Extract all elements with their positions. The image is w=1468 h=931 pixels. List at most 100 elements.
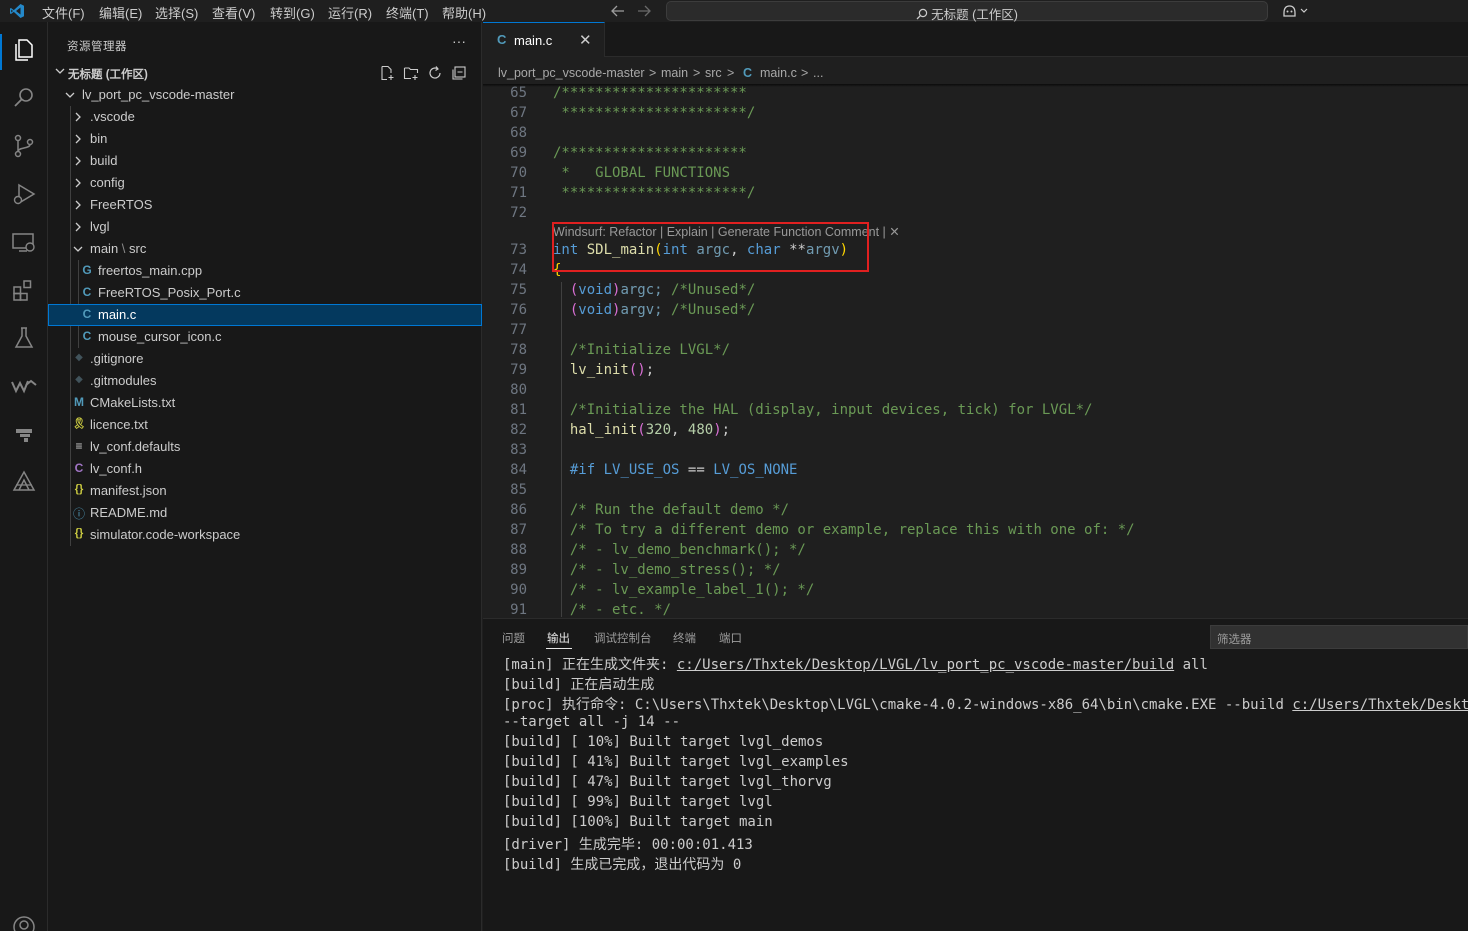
text-file-icon: ≡ [75, 439, 83, 453]
extensions-icon[interactable] [10, 276, 38, 304]
output-link[interactable]: c:/Users/Thxtek/Desktop/LVGL/lv_port_pc_… [677, 657, 1174, 673]
panel-tab-ports[interactable]: 端口 [719, 630, 742, 646]
tree-item-label: main.c [98, 307, 137, 322]
tree-file-workspace[interactable]: {} simulator.code-workspace [48, 524, 482, 546]
breadcrumb-item[interactable]: main [661, 66, 688, 80]
panel-tab-debug-console[interactable]: 调试控制台 [594, 630, 652, 646]
tree-folder-root[interactable]: lv_port_pc_vscode-master [48, 84, 482, 106]
tree-folder-bin[interactable]: bin [48, 128, 482, 150]
arrow-left-icon[interactable] [610, 4, 626, 18]
tree-folder-freertos[interactable]: FreeRTOS [48, 194, 482, 216]
tree-item-label: lv_port_pc_vscode-master [82, 87, 235, 102]
menu-help[interactable]: 帮助(H) [442, 3, 486, 22]
line-number: 71 [510, 185, 527, 201]
refresh-icon[interactable] [427, 65, 443, 81]
tree-file-licence[interactable]: 🎗 licence.txt [48, 414, 482, 436]
remote-explorer-icon[interactable] [10, 228, 38, 256]
account-icon[interactable] [12, 915, 36, 931]
cpp-file-icon: G [82, 263, 92, 277]
tree-item-label: .gitignore [90, 351, 144, 366]
arrow-right-icon[interactable] [636, 4, 652, 18]
line-number: 79 [510, 362, 527, 378]
breadcrumb-item[interactable]: ... [813, 66, 823, 80]
menu-selection[interactable]: 选择(S) [155, 3, 198, 22]
new-file-icon[interactable] [379, 65, 395, 81]
output-line: [proc] 执行命令: C:\Users\Thxtek\Desktop\LVG… [503, 694, 1468, 714]
chevron-down-icon [55, 68, 65, 74]
tree-file-freertos-posix-port[interactable]: C FreeRTOS_Posix_Port.c [48, 282, 482, 304]
menu-run[interactable]: 运行(R) [328, 3, 372, 22]
panel-tab-problems[interactable]: 问题 [502, 630, 525, 646]
tree-file-manifest[interactable]: {} manifest.json [48, 480, 482, 502]
output-line: [main] 正在生成文件夹: c:/Users/Thxtek/Desktop/… [503, 657, 1208, 673]
menu-edit[interactable]: 编辑(E) [99, 3, 142, 22]
explorer-icon[interactable] [10, 36, 38, 64]
tree-file-gitmodules[interactable]: ◆ .gitmodules [48, 370, 482, 392]
run-debug-icon[interactable] [10, 180, 38, 208]
tree-folder-lvgl[interactable]: lvgl [48, 216, 482, 238]
testing-icon[interactable] [10, 324, 38, 352]
menu-file[interactable]: 文件(F) [42, 3, 85, 22]
search-icon[interactable] [10, 84, 38, 112]
code-line: (void)argv; /*Unused*/ [569, 302, 756, 318]
tree-file-mouse-cursor[interactable]: C mouse_cursor_icon.c [48, 326, 482, 348]
output-line: [build] [ 41%] Built target lvgl_example… [503, 754, 849, 770]
collapse-all-icon[interactable] [451, 65, 467, 81]
tree-folder-main-src[interactable]: main \ src [48, 238, 482, 260]
menu-view[interactable]: 查看(V) [212, 3, 255, 22]
tree-file-main-c[interactable]: C main.c [48, 304, 482, 326]
command-center[interactable]: 无标题 (工作区) [666, 1, 1268, 22]
line-number: 84 [510, 462, 527, 478]
tree-file-cmakelists[interactable]: M CMakeLists.txt [48, 392, 482, 414]
workspace-header[interactable]: 无标题 (工作区) [48, 62, 482, 84]
menu-go[interactable]: 转到(G) [270, 3, 315, 22]
chevron-right-icon [75, 156, 81, 166]
code-line: **********************/ [553, 185, 756, 201]
code-line: /* Run the default demo */ [569, 502, 790, 518]
cmake-icon[interactable] [10, 420, 38, 448]
breadcrumb-item[interactable]: main.c [760, 66, 797, 80]
code-line: /* - lv_example_label_1(); */ [569, 582, 815, 598]
header-file-icon: C [74, 461, 84, 475]
tree-file-freertos-main-cpp[interactable]: G freertos_main.cpp [48, 260, 482, 282]
active-indicator [0, 34, 2, 70]
windsurf-icon[interactable] [10, 372, 38, 400]
tree-folder-build[interactable]: build [48, 150, 482, 172]
filter-input[interactable]: 筛选器 [1210, 625, 1468, 649]
code-editor[interactable]: 65 67 68 69 70 71 72 73 74 75 76 77 78 7… [483, 84, 1468, 617]
output-line: --target all -j 14 -- [503, 714, 681, 730]
breadcrumb-separator: > [801, 66, 809, 80]
panel-tab-output[interactable]: 输出 [547, 630, 570, 646]
code-line: (void)argc; /*Unused*/ [569, 282, 756, 298]
tree-file-gitignore[interactable]: ◆ .gitignore [48, 348, 482, 370]
code-line: * GLOBAL FUNCTIONS [553, 165, 731, 181]
tree-item-label: FreeRTOS_Posix_Port.c [98, 285, 241, 300]
tree-file-lv-conf-h[interactable]: C lv_conf.h [48, 458, 482, 480]
panel-tab-terminal[interactable]: 终端 [673, 630, 696, 646]
source-control-icon[interactable] [10, 132, 38, 160]
tree-file-lv-conf-defaults[interactable]: ≡ lv_conf.defaults [48, 436, 482, 458]
code-line: /* - etc. */ [569, 602, 672, 617]
line-number: 82 [510, 422, 527, 438]
output-line: [build] [ 10%] Built target lvgl_demos [503, 734, 824, 750]
copilot-icon[interactable] [1281, 3, 1309, 19]
output-view[interactable]: [main] 正在生成文件夹: c:/Users/Thxtek/Desktop/… [483, 649, 1468, 931]
more-actions-icon[interactable]: ··· [452, 33, 466, 49]
tab-main-c[interactable]: C main.c ✕ [483, 22, 605, 57]
tree-folder-vscode[interactable]: .vscode [48, 106, 482, 128]
breadcrumb-item[interactable]: src [705, 66, 722, 80]
output-link[interactable]: c:/Users/Thxtek/Desktop [1292, 697, 1468, 713]
code-line: hal_init(320, 480); [569, 422, 731, 438]
breadcrumb-item[interactable]: lv_port_pc_vscode-master [498, 66, 645, 80]
tree-file-readme[interactable]: ⓘ README.md [48, 502, 482, 524]
close-icon[interactable]: ✕ [579, 31, 592, 49]
platformio-icon[interactable] [10, 468, 38, 496]
new-folder-icon[interactable] [403, 65, 419, 81]
tree-item-label: build [90, 153, 118, 168]
menu-terminal[interactable]: 终端(T) [386, 3, 429, 22]
tree-folder-config[interactable]: config [48, 172, 482, 194]
code-line: lv_init(); [569, 362, 655, 378]
output-line: [build] 生成已完成，退出代码为 0 [503, 857, 742, 873]
vscode-logo-icon [10, 4, 24, 18]
tree-item-label: README.md [90, 505, 168, 520]
